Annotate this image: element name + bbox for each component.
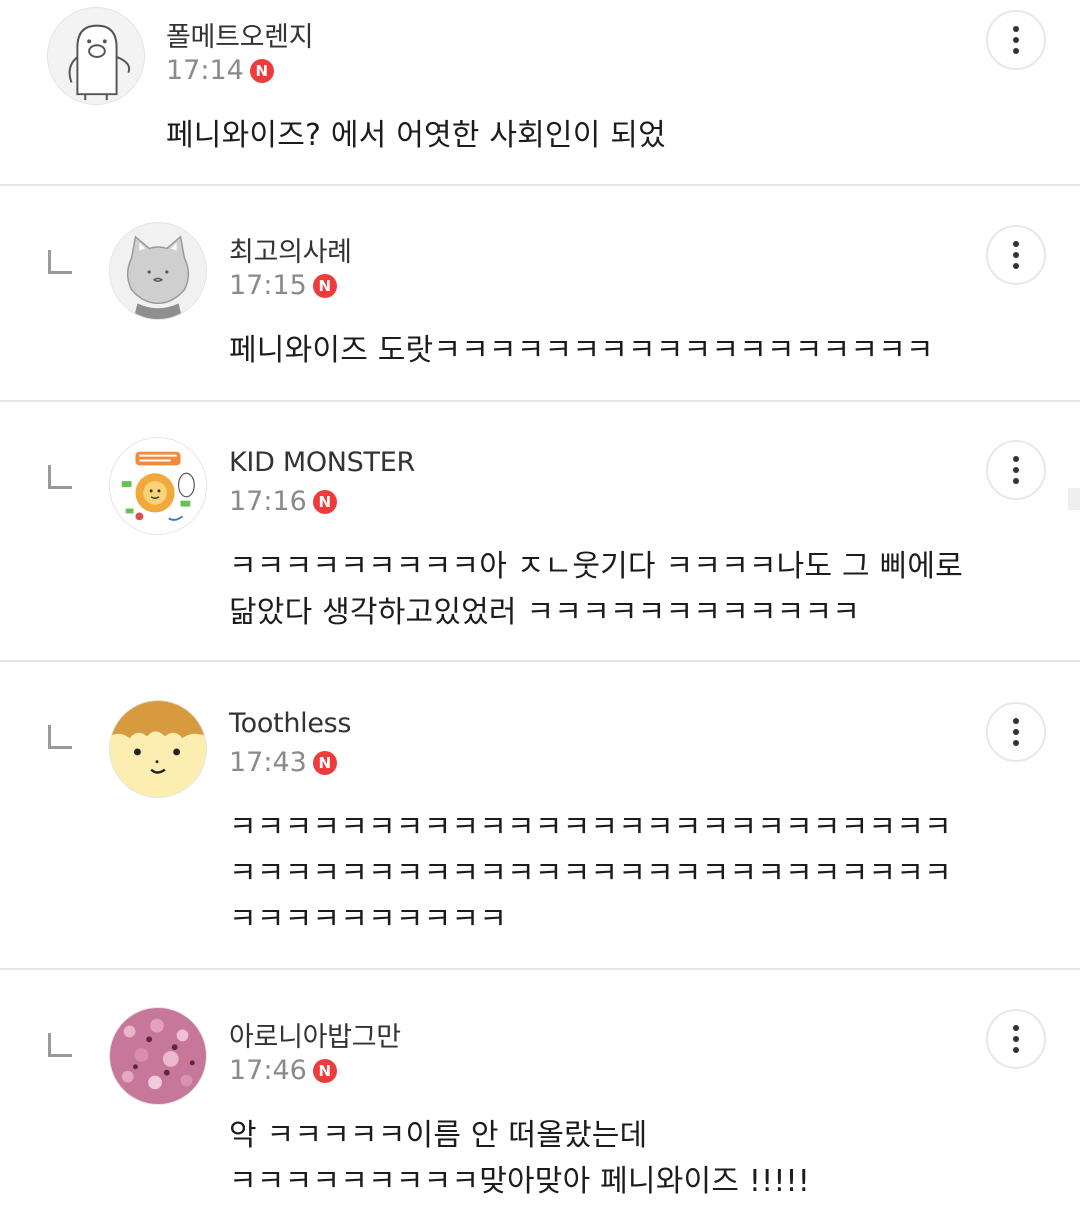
comment-text-line: ㅋㅋㅋㅋㅋㅋㅋㅋㅋ맞아맞아 페니와이즈 !!!!! (229, 1164, 811, 1199)
new-badge: N (312, 489, 337, 514)
comment-text: 페니와이즈 도랏ㅋㅋㅋㅋㅋㅋㅋㅋㅋㅋㅋㅋㅋㅋㅋㅋㅋㅋ (229, 333, 934, 368)
avatar[interactable] (47, 7, 145, 105)
comment-text-line: ㅋㅋㅋㅋㅋㅋㅋㅋㅋㅋㅋㅋㅋㅋㅋㅋㅋㅋㅋㅋㅋㅋㅋㅋㅋㅋ (229, 810, 952, 845)
more-options-button[interactable] (986, 702, 1046, 762)
nickname[interactable]: 폴메트오렌지 (166, 15, 314, 54)
comment-text-line: ㅋㅋㅋㅋㅋㅋㅋㅋㅋㅋㅋㅋㅋㅋㅋㅋㅋㅋㅋㅋㅋㅋㅋㅋㅋㅋ (229, 856, 952, 891)
timestamp: 17:46 (229, 1055, 307, 1086)
divider (0, 400, 1080, 402)
avatar[interactable] (109, 222, 207, 320)
more-vertical-icon-dot (1013, 1047, 1019, 1053)
more-options-button[interactable] (986, 10, 1046, 70)
timestamp-row: 17:16 N (229, 486, 337, 517)
more-vertical-icon-dot (1013, 467, 1019, 473)
timestamp: 17:16 (229, 486, 307, 517)
more-options-button[interactable] (986, 225, 1046, 285)
timestamp: 17:14 (166, 55, 244, 86)
more-vertical-icon-dot (1013, 263, 1019, 269)
more-vertical-icon (1013, 26, 1019, 32)
more-options-button[interactable] (986, 440, 1046, 500)
new-badge: N (312, 273, 337, 298)
more-vertical-icon-dot (1013, 1036, 1019, 1042)
avatar[interactable] (109, 700, 207, 798)
reply-arrow-icon (48, 250, 72, 274)
timestamp-row: 17:43 N (229, 747, 337, 778)
comment-text-line: ㅋㅋㅋㅋㅋㅋㅋㅋㅋㅋ (229, 902, 507, 937)
new-badge: N (249, 58, 274, 83)
more-options-button[interactable] (986, 1009, 1046, 1069)
more-vertical-icon (1013, 718, 1019, 724)
comment-text: 페니와이즈? 에서 어엿한 사회인이 되었 (166, 118, 666, 153)
scrollbar-thumb[interactable] (1068, 488, 1080, 510)
timestamp: 17:15 (229, 270, 307, 301)
timestamp-row: 17:46 N (229, 1055, 337, 1086)
nickname[interactable]: Toothless (229, 708, 352, 739)
timestamp-row: 17:14 N (166, 55, 274, 86)
more-vertical-icon (1013, 241, 1019, 247)
pink-rice-icon (110, 1008, 206, 1104)
more-vertical-icon-dot (1013, 740, 1019, 746)
more-vertical-icon-dot (1013, 729, 1019, 735)
timestamp-row: 17:15 N (229, 270, 337, 301)
new-badge: N (312, 750, 337, 775)
comment-text-line: 악 ㅋㅋㅋㅋㅋ이름 안 떠올랐는데 (229, 1118, 648, 1153)
nickname[interactable]: KID MONSTER (229, 447, 415, 478)
penguin-pig-icon (48, 8, 144, 104)
reply-arrow-icon (48, 465, 72, 489)
reply-arrow-icon (48, 725, 72, 749)
lion-drawing-icon (110, 438, 206, 534)
nickname[interactable]: 아로니아밥그만 (229, 1015, 401, 1054)
more-vertical-icon-dot (1013, 37, 1019, 43)
comment-text-line: 닮았다 생각하고있었러 ㅋㅋㅋㅋㅋㅋㅋㅋㅋㅋㅋㅋ (229, 595, 861, 630)
smiley-face-icon (110, 701, 206, 797)
divider (0, 184, 1080, 186)
reply-arrow-icon (48, 1033, 72, 1057)
avatar[interactable] (109, 437, 207, 535)
more-vertical-icon (1013, 1025, 1019, 1031)
divider (0, 660, 1080, 662)
timestamp: 17:43 (229, 747, 307, 778)
new-badge: N (312, 1058, 337, 1083)
more-vertical-icon-dot (1013, 252, 1019, 258)
gray-cat-icon (110, 223, 206, 319)
more-vertical-icon-dot (1013, 48, 1019, 54)
more-vertical-icon (1013, 456, 1019, 462)
avatar[interactable] (109, 1007, 207, 1105)
more-vertical-icon-dot (1013, 478, 1019, 484)
comment-text-line: ㅋㅋㅋㅋㅋㅋㅋㅋㅋ아 ㅈㄴ웃기다 ㅋㅋㅋㅋ나도 그 삐에로 (229, 549, 963, 584)
divider (0, 968, 1080, 970)
nickname[interactable]: 최고의사례 (229, 230, 352, 269)
